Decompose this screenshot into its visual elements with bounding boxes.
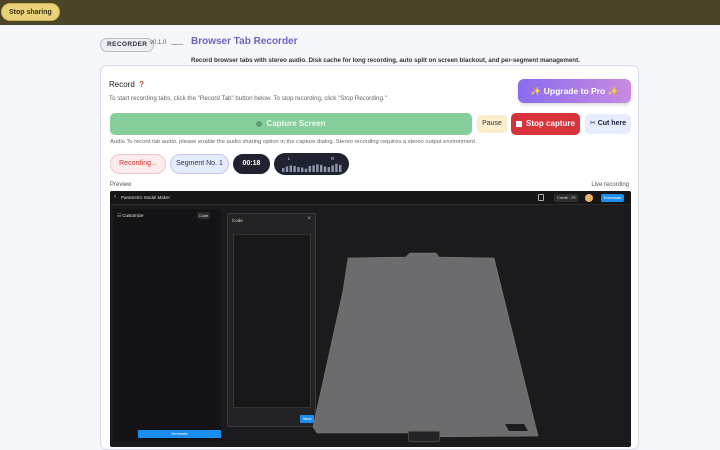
meter-bar xyxy=(320,164,323,172)
capture-screen-label: Capture Screen xyxy=(266,119,326,128)
meter-bar xyxy=(323,166,327,172)
capture-screen-button[interactable]: Capture Screen xyxy=(110,113,472,135)
meter-bar xyxy=(312,165,315,172)
meter-bar xyxy=(339,164,342,172)
meter-bar xyxy=(297,167,300,172)
meter-bar xyxy=(308,165,311,172)
page-subtitle: Record browser tabs with stereo audio. D… xyxy=(191,57,580,64)
preview-3d-model xyxy=(312,252,539,438)
segment-badge[interactable]: Segment No. 1 xyxy=(170,154,229,174)
cut-here-label: Cut here xyxy=(597,120,627,127)
page-title: Browser Tab Recorder xyxy=(191,36,298,47)
screen-share-bar: Stop sharing xyxy=(0,0,720,25)
meter-bar xyxy=(327,167,330,172)
stop-sharing-button[interactable]: Stop sharing xyxy=(1,3,60,21)
stop-capture-label: Stop capture xyxy=(526,119,575,128)
audio-meter-graphic: L R xyxy=(282,156,342,172)
meter-bar xyxy=(301,167,304,172)
meter-bar xyxy=(316,164,319,172)
audio-note: Audio To record tab audio, please enable… xyxy=(110,139,477,145)
recording-status-badge: Recording... xyxy=(110,154,166,174)
upgrade-to-pro-button[interactable]: ✨ Upgrade to Pro ✨ xyxy=(518,79,631,103)
meter-bar xyxy=(282,168,285,172)
preview-label: Preview xyxy=(110,182,132,188)
header: RECORDER v0.1.0 Browser Tab Recorder Rec… xyxy=(100,35,640,65)
pause-button[interactable]: Pause xyxy=(477,115,507,133)
record-heading: Record xyxy=(109,80,135,89)
page: RECORDER v0.1.0 Browser Tab Recorder Rec… xyxy=(0,25,720,450)
scissors-icon: ✂ xyxy=(589,120,596,127)
meter-bar xyxy=(293,165,296,172)
record-instructions: To start recording tabs, click the "Reco… xyxy=(109,95,387,102)
preview-screen: ‹ Parametric Model Maker Credit : 79 Dow… xyxy=(110,191,631,447)
model-shape xyxy=(312,252,539,438)
meter-bar xyxy=(289,165,292,172)
version-label: v0.1.0 xyxy=(150,40,167,46)
live-recording-label: Live recording xyxy=(591,182,629,188)
meter-bar xyxy=(335,163,338,172)
stop-square-icon xyxy=(516,120,523,127)
header-divider xyxy=(171,44,183,45)
meter-bar xyxy=(285,166,289,172)
meter-left-label: L xyxy=(288,156,291,161)
meter-bar xyxy=(331,165,334,172)
model-slot-icon xyxy=(505,424,528,431)
stop-capture-button[interactable]: Stop capture xyxy=(511,113,580,135)
meter-right-label: R xyxy=(331,156,335,161)
help-icon[interactable]: ? xyxy=(139,80,144,89)
recording-timer: 00:18 xyxy=(233,154,270,174)
record-card: Record ? To start recording tabs, click … xyxy=(100,65,639,450)
cut-here-button[interactable]: ✂ Cut here xyxy=(585,114,631,134)
meter-bar xyxy=(304,168,308,172)
preview-view-toolbar xyxy=(408,431,440,442)
app-badge: RECORDER xyxy=(100,38,155,52)
record-dot-icon xyxy=(256,120,263,127)
audio-level-meter: L R xyxy=(274,153,349,175)
